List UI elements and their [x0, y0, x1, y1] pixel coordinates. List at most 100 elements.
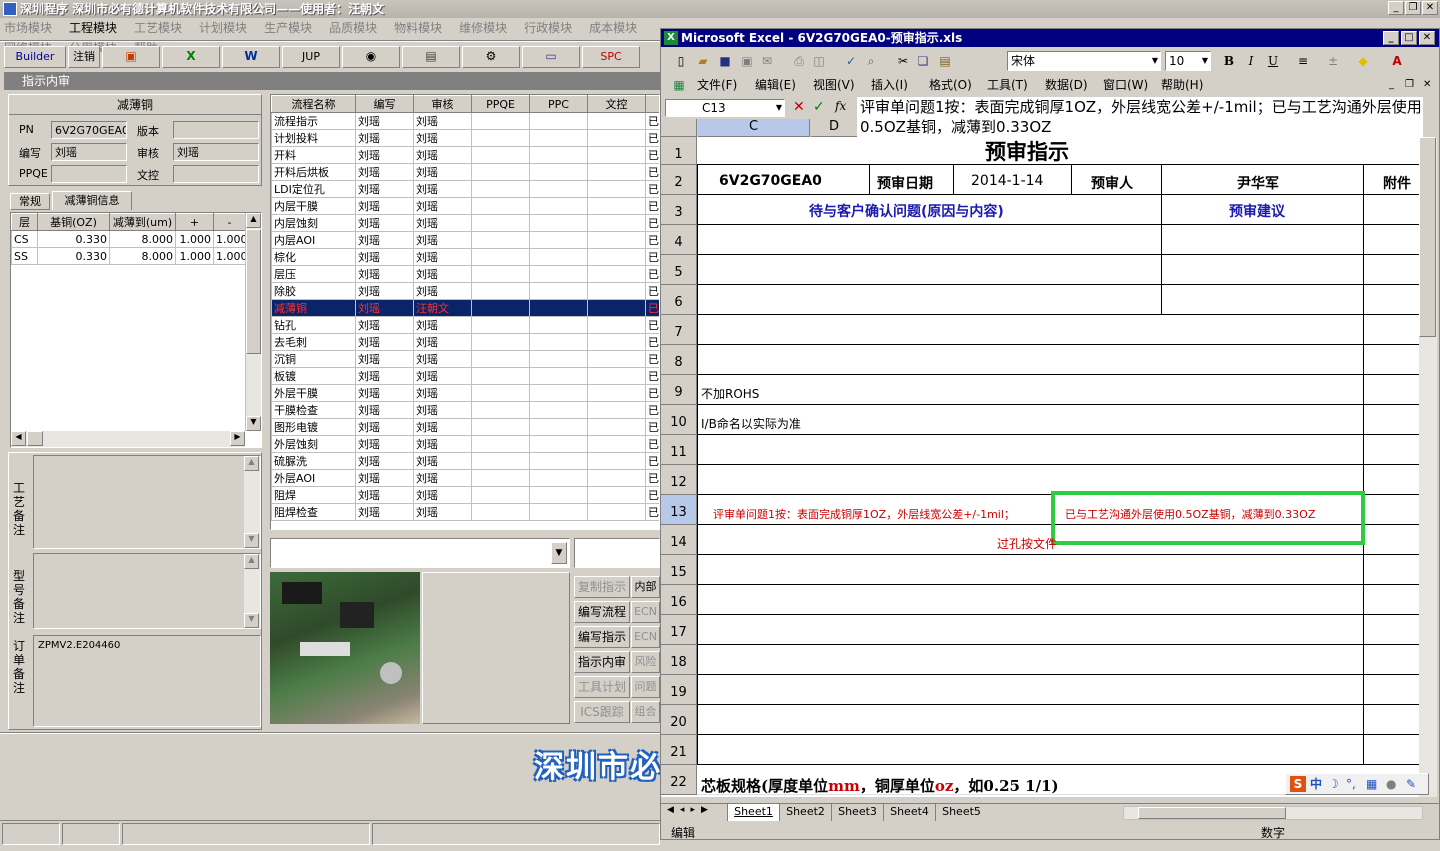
- pn-field[interactable]: 6V2G70GEA0: [51, 121, 127, 139]
- sheet-tab-2[interactable]: Sheet2: [779, 804, 831, 821]
- open-folder-icon[interactable]: ▰: [695, 53, 711, 69]
- builder-button[interactable]: Builder: [4, 46, 66, 68]
- row-header[interactable]: 2: [661, 165, 697, 195]
- action-button-0[interactable]: 复制指示: [574, 576, 630, 598]
- scroll-down-icon[interactable]: ▼: [244, 613, 259, 628]
- suggest-header-cell[interactable]: 预审建议: [1229, 201, 1285, 221]
- row14-cell[interactable]: 过孔按文件: [997, 535, 1057, 552]
- table-row[interactable]: 外层干膜 刘瑶 刘瑶已: [271, 384, 659, 402]
- excel-menu-item-4[interactable]: 格式(O): [929, 75, 972, 95]
- new-file-icon[interactable]: ▯: [673, 53, 689, 69]
- layer-col-header[interactable]: 基铜(OZ): [37, 213, 110, 231]
- menu-item-4[interactable]: 生产模块: [260, 21, 312, 35]
- table-row[interactable]: 干膜检查 刘瑶 刘瑶已: [271, 401, 659, 419]
- table-row[interactable]: 阻焊检查 刘瑶 刘瑶已: [271, 503, 659, 521]
- row-header[interactable]: 16: [661, 585, 697, 615]
- minimize-icon[interactable]: _: [1383, 31, 1399, 45]
- action-button-3[interactable]: 指示内审: [574, 651, 630, 673]
- flow-col-header[interactable]: 审核: [413, 95, 472, 113]
- table-row[interactable]: 开料后烘板 刘瑶 刘瑶已: [271, 163, 659, 181]
- excel-menu-item-3[interactable]: 插入(I): [871, 75, 908, 95]
- table-row[interactable]: 层压 刘瑶 刘瑶已: [271, 265, 659, 283]
- tab-thin-copper[interactable]: 减薄铜信息: [52, 191, 132, 210]
- action-button-b0[interactable]: 内部: [631, 576, 660, 598]
- row-header[interactable]: 14: [661, 525, 697, 555]
- punctuation-icon[interactable]: °,: [1346, 774, 1356, 794]
- user-icon[interactable]: ●: [1386, 774, 1396, 794]
- formula-input[interactable]: 评审单问题1按：表面完成铜厚1OZ，外层线宽公差+/-1mil；已与工艺沟通外层…: [857, 97, 1423, 137]
- excel-menu-item-2[interactable]: 视图(V): [813, 75, 855, 95]
- menu-item-9[interactable]: 成本模块: [585, 21, 637, 35]
- horizontal-scrollbar[interactable]: [1123, 806, 1423, 820]
- layer-col-header[interactable]: -: [213, 213, 246, 231]
- table-row[interactable]: 流程指示 刘瑶 刘瑶已: [271, 112, 659, 130]
- row-header[interactable]: 8: [661, 345, 697, 375]
- sheet-tab-4[interactable]: Sheet4: [883, 804, 935, 821]
- font-color-icon[interactable]: A: [1389, 53, 1405, 69]
- scroll-thumb[interactable]: [1419, 137, 1436, 337]
- process-note-field[interactable]: ▲ ▼: [33, 455, 261, 549]
- font-name-box[interactable]: 宋体 ▼: [1007, 51, 1161, 71]
- chevron-down-icon[interactable]: ▼: [1202, 52, 1208, 70]
- row-header[interactable]: 7: [661, 315, 697, 345]
- enter-icon[interactable]: ✓: [813, 99, 825, 115]
- row10-cell[interactable]: I/B命名以实际为准: [701, 415, 801, 432]
- action-button-b4[interactable]: 问题: [631, 676, 660, 698]
- horizontal-scrollbar[interactable]: ◀ ▶: [11, 431, 245, 447]
- date-label-cell[interactable]: 预审日期: [877, 173, 933, 193]
- order-note-field[interactable]: ZPMV2.E204460: [33, 635, 261, 727]
- jup-button[interactable]: JUP: [282, 46, 340, 68]
- action-button-b1[interactable]: ECN: [631, 601, 660, 623]
- row-header[interactable]: 9: [661, 375, 697, 405]
- excel-menu-item-7[interactable]: 窗口(W): [1103, 75, 1148, 95]
- minimize-icon[interactable]: _: [1388, 1, 1404, 15]
- row-header[interactable]: 11: [661, 435, 697, 465]
- moon-icon[interactable]: ☽: [1328, 774, 1339, 794]
- scroll-down-icon[interactable]: ▼: [246, 416, 261, 431]
- menu-item-6[interactable]: 物料模块: [390, 21, 442, 35]
- excel-menu-item-5[interactable]: 工具(T): [987, 75, 1028, 95]
- ppqe-field[interactable]: [51, 165, 127, 183]
- filter-combo[interactable]: ▼: [270, 538, 570, 568]
- row9-cell[interactable]: 不加ROHS: [701, 385, 759, 402]
- table-row[interactable]: 减薄铜 刘瑶 汪朝文 已: [271, 299, 659, 317]
- menu-item-8[interactable]: 行政模块: [520, 21, 572, 35]
- chevron-down-icon[interactable]: ▼: [551, 542, 567, 564]
- scroll-right-icon[interactable]: ▶: [230, 431, 245, 446]
- table-row[interactable]: 内层干膜 刘瑶 刘瑶已: [271, 197, 659, 215]
- select-all-corner[interactable]: [661, 119, 697, 137]
- layer-col-header[interactable]: 减薄到(um): [109, 213, 176, 231]
- action-button-2[interactable]: 编写指示: [574, 626, 630, 648]
- table-row[interactable]: 板镀 刘瑶 刘瑶已: [271, 367, 659, 385]
- wrench-icon[interactable]: ✎: [1406, 774, 1416, 794]
- model-note-field[interactable]: ▲ ▼: [33, 553, 261, 629]
- worksheet-grid[interactable]: 1 2 3 4 5 6 7 8 9 10 11 12 13 14 15 16 17 18 19 20 21 22 预审指示…: [661, 137, 1419, 797]
- row-header[interactable]: 19: [661, 675, 697, 705]
- action-button-4[interactable]: 工具计划: [574, 676, 630, 698]
- column-header-d[interactable]: D: [811, 119, 857, 137]
- action-button-b2[interactable]: ECN: [631, 626, 660, 648]
- row-header[interactable]: 17: [661, 615, 697, 645]
- layer-col-header[interactable]: +: [175, 213, 214, 231]
- scroll-down-icon[interactable]: ▼: [244, 533, 259, 548]
- row22-cell[interactable]: 芯板规格(厚度单位mm，铜厚单位oz，如0.25 1/1): [701, 775, 1059, 796]
- close-icon[interactable]: ✕: [1419, 31, 1435, 45]
- decimal-icon[interactable]: ±: [1325, 53, 1341, 69]
- align-icon[interactable]: ≡: [1295, 53, 1311, 69]
- view-button[interactable]: ◉: [342, 46, 400, 68]
- vertical-scrollbar[interactable]: ▲ ▼: [245, 213, 261, 431]
- table-row[interactable]: LDI定位孔 刘瑶 刘瑶已: [271, 180, 659, 198]
- menu-item-3[interactable]: 计划模块: [195, 21, 247, 35]
- computer-button[interactable]: ▭: [522, 46, 580, 68]
- table-row[interactable]: 图形电镀 刘瑶 刘瑶已: [271, 418, 659, 436]
- sheet-tab-3[interactable]: Sheet3: [831, 804, 883, 821]
- menu-item-2[interactable]: 工艺模块: [130, 21, 182, 35]
- keyboard-icon[interactable]: ▦: [1366, 774, 1377, 794]
- row-header[interactable]: 18: [661, 645, 697, 675]
- table-row[interactable]: 开料 刘瑶 刘瑶已: [271, 146, 659, 164]
- doc-minimize-icon[interactable]: _: [1389, 75, 1394, 95]
- chevron-down-icon[interactable]: ▼: [776, 100, 782, 116]
- row-header[interactable]: 20: [661, 705, 697, 735]
- logout-button[interactable]: 注销: [68, 46, 100, 68]
- date-value-cell[interactable]: 2014-1-14: [971, 173, 1043, 189]
